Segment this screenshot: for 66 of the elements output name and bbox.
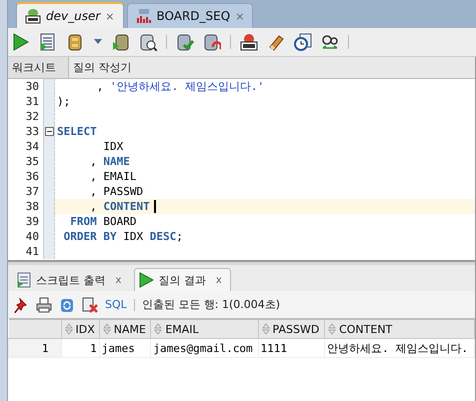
sql-keyword: SELECT	[57, 124, 97, 139]
database-search-icon[interactable]	[139, 33, 157, 51]
collapse-icon[interactable]	[44, 127, 54, 136]
sort-icon	[102, 323, 111, 336]
refresh-icon[interactable]	[59, 296, 75, 312]
close-icon[interactable]: x	[216, 274, 222, 286]
code-text: ,	[96, 79, 104, 94]
clock-icon[interactable]	[294, 33, 312, 51]
sql-keyword: FROM	[70, 214, 97, 229]
editor-tab[interactable]: BOARD_SEQ ×	[126, 3, 254, 28]
worksheet-tab[interactable]: 질의 작성기	[69, 57, 144, 78]
sql-keyword: DESC	[150, 229, 176, 244]
sort-icon	[154, 323, 162, 336]
table-cell: 1111	[258, 338, 325, 358]
close-icon[interactable]: ×	[105, 10, 114, 22]
run-icon	[138, 272, 154, 288]
database-check-icon[interactable]	[176, 33, 194, 51]
sql-icon[interactable]	[240, 33, 258, 51]
code-text: ,	[90, 154, 97, 169]
column-header[interactable]: NAME	[99, 319, 151, 338]
sql-keyword: CONTENT	[103, 199, 150, 214]
code-text: );	[57, 94, 70, 109]
string-literal: '안녕하세요. 제임스입니다.'	[110, 79, 264, 94]
script-icon[interactable]	[39, 33, 57, 51]
sort-icon	[64, 323, 72, 336]
font-case-icon[interactable]	[321, 33, 339, 51]
code-text: , EMAIL	[90, 169, 136, 184]
column-header[interactable]: IDX	[61, 319, 100, 338]
code-text: BOARD	[103, 214, 136, 229]
sequence-icon	[136, 8, 152, 24]
column-header[interactable]: EMAIL	[150, 319, 258, 338]
column-header[interactable]: PASSWD	[258, 319, 325, 338]
code-text: IDX	[103, 139, 124, 154]
result-tab[interactable]: 질의 결과 x	[134, 268, 231, 291]
worksheet-tab[interactable]: 워크시트	[8, 57, 69, 78]
pin-icon[interactable]	[13, 296, 29, 312]
run-icon[interactable]	[12, 33, 30, 51]
sort-icon	[262, 323, 270, 336]
result-tab[interactable]: 스크립트 출력 x	[12, 268, 130, 291]
table-cell: 안녕하세요. 제임스입니다.	[324, 338, 474, 358]
row-number: 1	[8, 338, 61, 358]
eraser-icon[interactable]	[267, 33, 285, 51]
close-icon[interactable]: ×	[235, 10, 244, 22]
database-run-icon[interactable]	[112, 33, 130, 51]
code-text: ,	[90, 199, 97, 214]
sort-icon	[328, 323, 336, 336]
text-cursor	[154, 200, 156, 213]
printer-icon[interactable]	[36, 296, 52, 312]
editor-tab[interactable]: dev_user ×	[16, 2, 124, 28]
table-cell: 1	[61, 338, 100, 358]
table-cell: james@gmail.com	[150, 338, 258, 358]
delete-icon[interactable]	[82, 296, 98, 312]
code-text: IDX	[123, 229, 144, 244]
code-text: , PASSWD	[90, 184, 144, 199]
fetch-status: 인출된 모든 행: 1(0.004초)	[142, 297, 280, 312]
sql-worksheet-icon	[25, 8, 41, 24]
close-icon[interactable]: x	[116, 274, 122, 286]
sql-keyword: ORDER BY	[64, 229, 117, 244]
database-icon[interactable]	[66, 33, 84, 51]
table-cell: james	[99, 338, 151, 358]
sql-keyword: NAME	[103, 154, 130, 169]
script-output-icon	[16, 272, 32, 288]
column-header[interactable]: CONTENT	[324, 319, 474, 338]
database-undo-icon[interactable]	[203, 33, 221, 51]
sql-link[interactable]: SQL	[105, 298, 127, 311]
code-text: ;	[176, 229, 183, 244]
